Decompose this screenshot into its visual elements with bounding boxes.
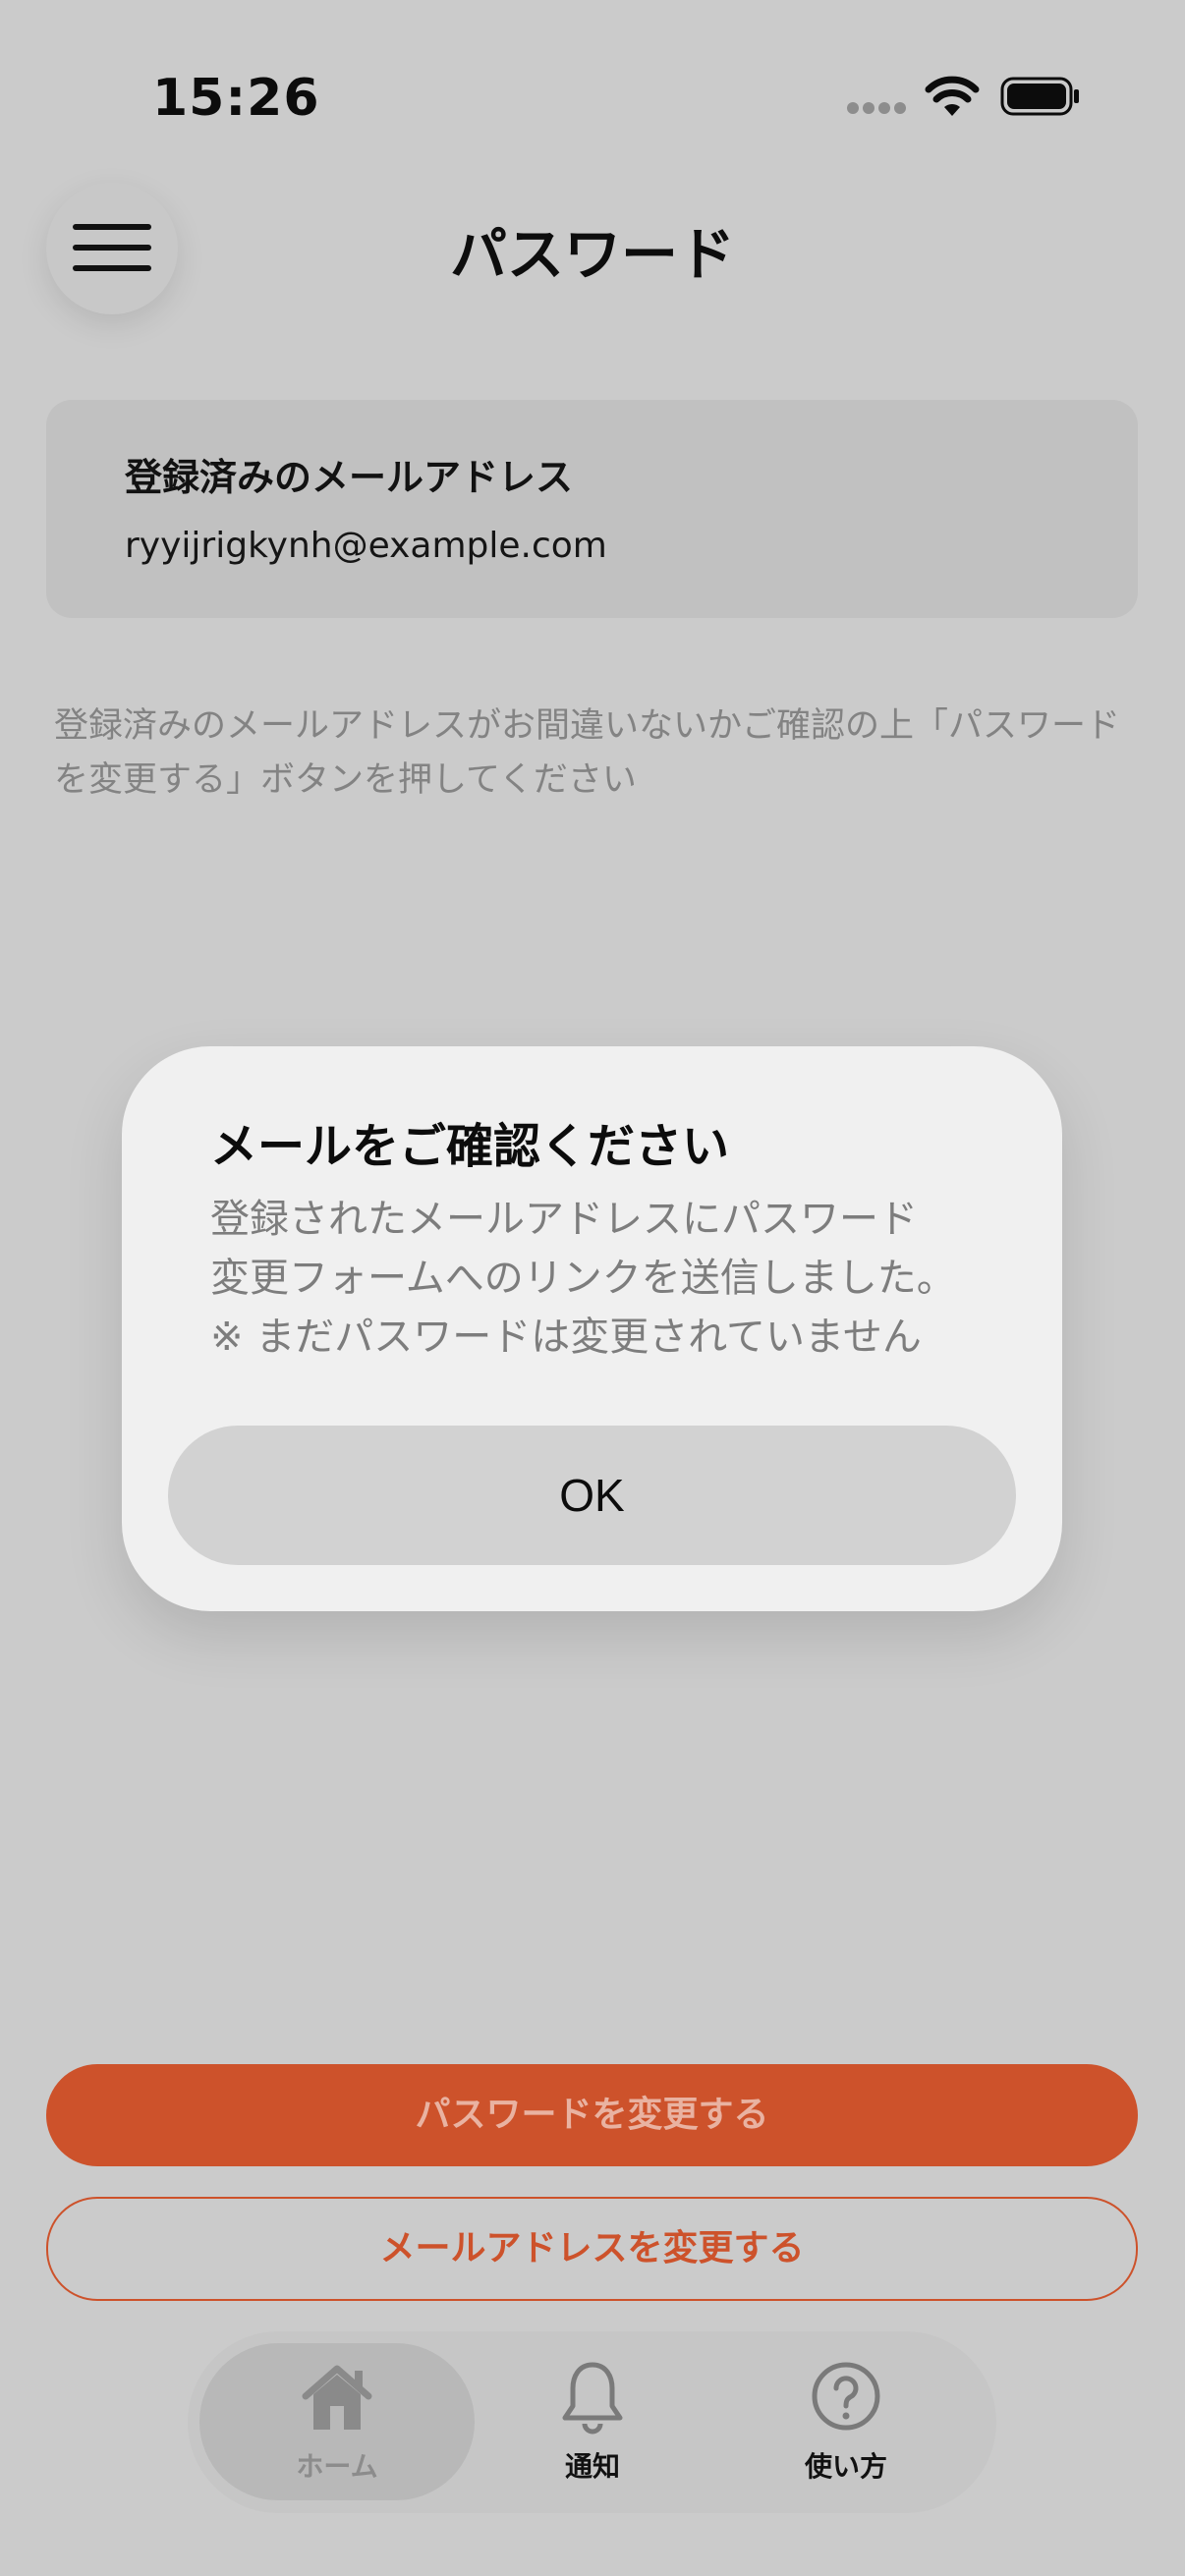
dialog-body-line: 登録されたメールアドレスにパスワード	[210, 1197, 918, 1242]
tab-how-to-use-label: 使い方	[804, 2450, 887, 2483]
change-email-button[interactable]: メールアドレスを変更する	[46, 2197, 1138, 2301]
tab-how-to-use[interactable]: 使い方	[708, 2343, 984, 2500]
tab-notifications-label: 通知	[564, 2450, 620, 2483]
email-value: ryyijrigkynh@example.com	[125, 526, 607, 566]
change-password-button[interactable]: パスワードを変更する	[46, 2064, 1138, 2166]
question-icon	[812, 2362, 880, 2431]
help-text: 登録済みのメールアドレスがお間違いないかご確認の上「パスワードを変更する」ボタン…	[54, 706, 1121, 800]
tab-home-label: ホーム	[296, 2450, 378, 2483]
wifi-icon	[925, 76, 980, 116]
tab-notifications[interactable]: 通知	[455, 2343, 730, 2500]
tab-bar: ホーム 通知 使い方	[188, 2331, 996, 2513]
page-title: パスワード	[449, 221, 735, 288]
tab-home[interactable]: ホーム	[199, 2343, 475, 2500]
confirm-email-dialog: メールをご確認ください 登録されたメールアドレスにパスワード 変更フォームへのリ…	[122, 1046, 1062, 1611]
home-icon	[302, 2365, 372, 2430]
bell-icon	[562, 2362, 623, 2435]
email-card: 登録済みのメールアドレス ryyijrigkynh@example.com	[46, 400, 1138, 618]
cellular-signal-icon	[847, 102, 906, 116]
dialog-body-line: 変更フォームへのリンクを送信しました。	[210, 1256, 956, 1301]
battery-icon	[1000, 77, 1079, 116]
status-time: 15:26	[152, 69, 320, 128]
dialog-body: 登録されたメールアドレスにパスワード 変更フォームへのリンクを送信しました。 ※…	[210, 1190, 996, 1367]
ok-button[interactable]: OK	[168, 1426, 1016, 1565]
dialog-title: メールをご確認ください	[210, 1119, 730, 1174]
email-label: 登録済みのメールアドレス	[125, 456, 574, 499]
dialog-body-line: ※ まだパスワードは変更されていません	[210, 1315, 922, 1360]
